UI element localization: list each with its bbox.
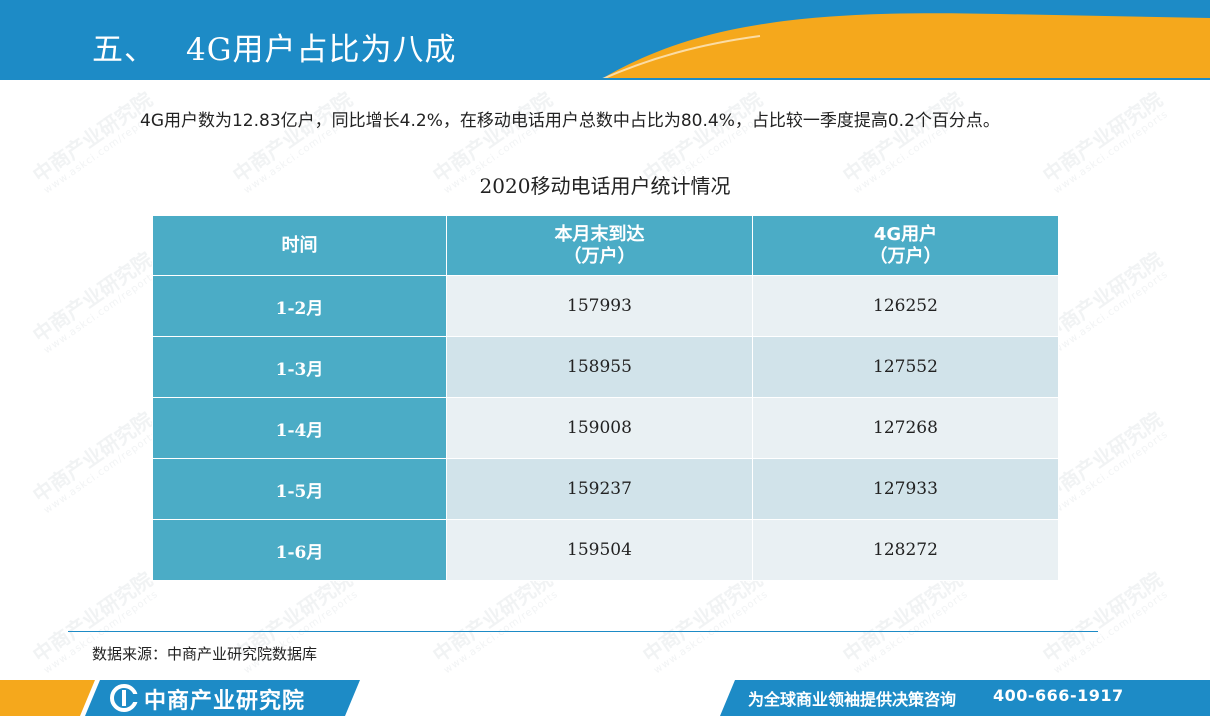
row-total: 158955 (446, 336, 753, 398)
row-4g: 128272 (752, 519, 1059, 581)
section-title: 4G用户占比为八成 (186, 32, 457, 68)
table-row: 1-3月 158955 127552 (152, 336, 1059, 398)
row-time: 1-6月 (152, 519, 447, 581)
page-title: 五、 4G用户占比为八成 (92, 24, 457, 69)
header-4g-users: 4G用户 （万户） (752, 215, 1059, 276)
header-time: 时间 (152, 215, 447, 276)
table-row: 1-2月 157993 126252 (152, 275, 1059, 337)
footer-divider (68, 631, 1098, 632)
row-total: 159237 (446, 458, 753, 520)
row-4g: 126252 (752, 275, 1059, 337)
table-row: 1-6月 159504 128272 (152, 519, 1059, 581)
table-row: 1-5月 159237 127933 (152, 458, 1059, 520)
brand-logo-text: 中商产业研究院 (144, 689, 306, 714)
row-4g: 127268 (752, 397, 1059, 459)
askci-logo-icon (110, 684, 138, 712)
watermark: 中商产业研究院www.askci.com/reports (28, 247, 161, 357)
data-source-note: 数据来源：中商产业研究院数据库 (92, 645, 318, 663)
row-time: 1-4月 (152, 397, 447, 459)
footer-slogan: 为全球商业领袖提供决策咨询 (748, 690, 957, 709)
footer-phone: 400-666-1917 (993, 686, 1124, 705)
row-time: 1-5月 (152, 458, 447, 520)
header-total-users: 本月末到达 （万户） (446, 215, 753, 276)
row-total: 159504 (446, 519, 753, 581)
mobile-users-table: 时间 本月末到达 （万户） 4G用户 （万户） 1-2月 157993 1262… (152, 215, 1059, 581)
watermark: 中商产业研究院www.askci.com/reports (838, 567, 971, 677)
section-number: 五、 (92, 32, 156, 68)
row-4g: 127933 (752, 458, 1059, 520)
table-row: 1-4月 159008 127268 (152, 397, 1059, 459)
table-header-row: 时间 本月末到达 （万户） 4G用户 （万户） (152, 215, 1059, 276)
header-banner: 五、 4G用户占比为八成 (0, 0, 1210, 80)
watermark: 中商产业研究院www.askci.com/reports (1038, 407, 1171, 517)
row-4g: 127552 (752, 336, 1059, 398)
watermark: 中商产业研究院www.askci.com/reports (28, 407, 161, 517)
row-time: 1-3月 (152, 336, 447, 398)
watermark: 中商产业研究院www.askci.com/reports (1038, 567, 1171, 677)
row-total: 157993 (446, 275, 753, 337)
watermark: 中商产业研究院www.askci.com/reports (428, 567, 561, 677)
table-title: 2020移动电话用户统计情况 (479, 174, 731, 198)
summary-paragraph: 4G用户数为12.83亿户，同比增长4.2%，在移动电话用户总数中占比为80.4… (140, 111, 1000, 131)
watermark: 中商产业研究院www.askci.com/reports (638, 567, 771, 677)
watermark: 中商产业研究院www.askci.com/reports (1038, 247, 1171, 357)
row-total: 159008 (446, 397, 753, 459)
row-time: 1-2月 (152, 275, 447, 337)
